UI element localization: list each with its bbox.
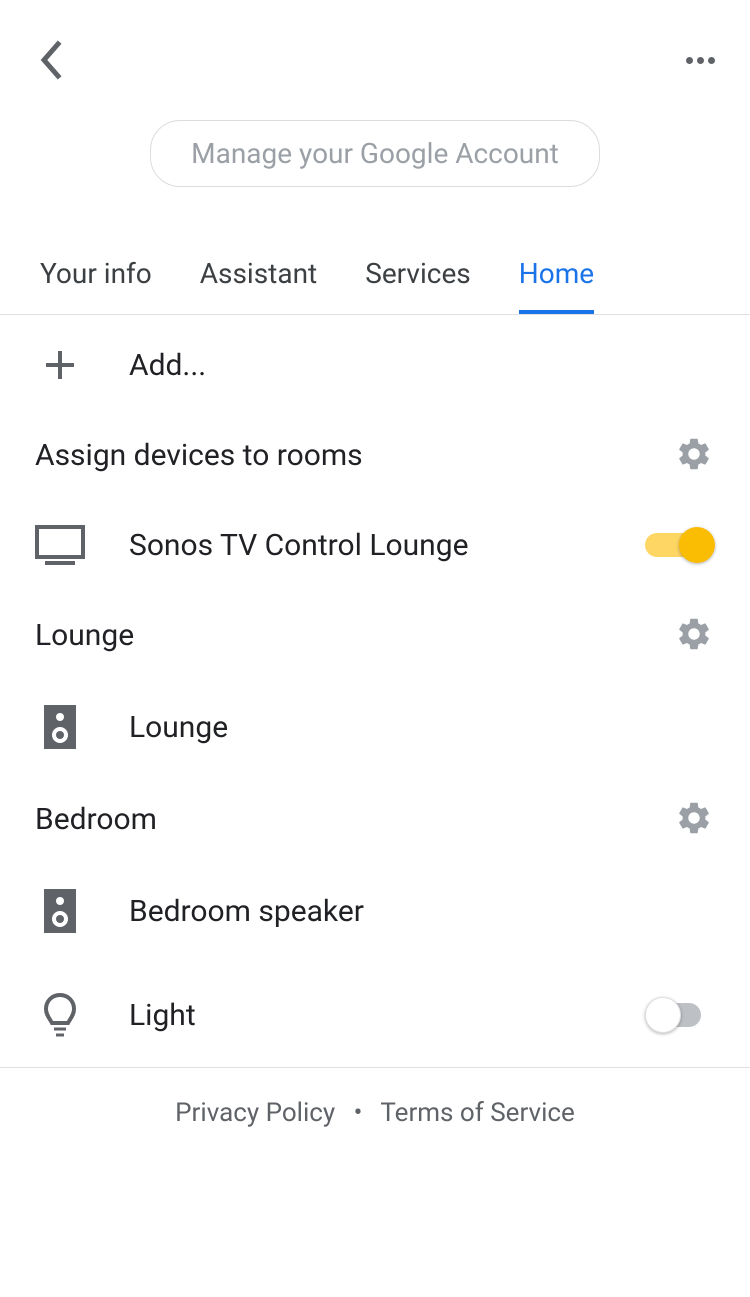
device-row-sonos-tv[interactable]: Sonos TV Control Lounge xyxy=(0,495,750,595)
section-settings-button[interactable] xyxy=(675,615,715,655)
gear-icon xyxy=(675,799,713,837)
separator-dot: • xyxy=(354,1098,363,1128)
device-label: Lounge xyxy=(129,710,715,745)
tv-icon xyxy=(35,525,85,565)
manage-account-label: Manage your Google Account xyxy=(191,137,559,170)
gear-icon xyxy=(675,615,713,653)
footer: Privacy Policy • Terms of Service xyxy=(0,1067,750,1158)
back-button[interactable] xyxy=(30,40,70,80)
speaker-icon xyxy=(44,889,76,933)
section-title: Assign devices to rooms xyxy=(35,438,363,473)
tab-home[interactable]: Home xyxy=(519,237,594,314)
gear-icon xyxy=(675,435,713,473)
device-label: Sonos TV Control Lounge xyxy=(129,528,645,563)
light-icon xyxy=(42,993,78,1037)
device-row-bedroom-speaker[interactable]: Bedroom speaker xyxy=(0,859,750,963)
device-label: Light xyxy=(129,998,645,1033)
section-header-lounge: Lounge xyxy=(0,595,750,675)
manage-account-button[interactable]: Manage your Google Account xyxy=(150,120,600,187)
section-title: Lounge xyxy=(35,618,134,653)
tab-assistant[interactable]: Assistant xyxy=(200,237,317,314)
speaker-icon xyxy=(44,705,76,749)
section-settings-button[interactable] xyxy=(675,799,715,839)
more-options-button[interactable] xyxy=(680,40,720,80)
section-settings-button[interactable] xyxy=(675,435,715,475)
device-toggle[interactable] xyxy=(645,997,715,1033)
section-header-bedroom: Bedroom xyxy=(0,779,750,859)
device-row-light[interactable]: Light xyxy=(0,963,750,1067)
section-title: Bedroom xyxy=(35,802,157,837)
more-dots-icon xyxy=(686,57,693,64)
tab-your-info[interactable]: Your info xyxy=(40,237,152,314)
chevron-left-icon xyxy=(38,40,62,80)
plus-icon xyxy=(42,347,78,383)
add-label: Add... xyxy=(129,348,715,383)
section-header-assign: Assign devices to rooms xyxy=(0,415,750,495)
privacy-link[interactable]: Privacy Policy xyxy=(175,1098,335,1128)
terms-link[interactable]: Terms of Service xyxy=(380,1098,574,1128)
tab-bar: Your info Assistant Services Home xyxy=(0,237,750,315)
device-label: Bedroom speaker xyxy=(129,894,715,929)
device-row-lounge[interactable]: Lounge xyxy=(0,675,750,779)
tab-services[interactable]: Services xyxy=(365,237,471,314)
add-row[interactable]: Add... xyxy=(0,315,750,415)
device-toggle[interactable] xyxy=(645,527,715,563)
